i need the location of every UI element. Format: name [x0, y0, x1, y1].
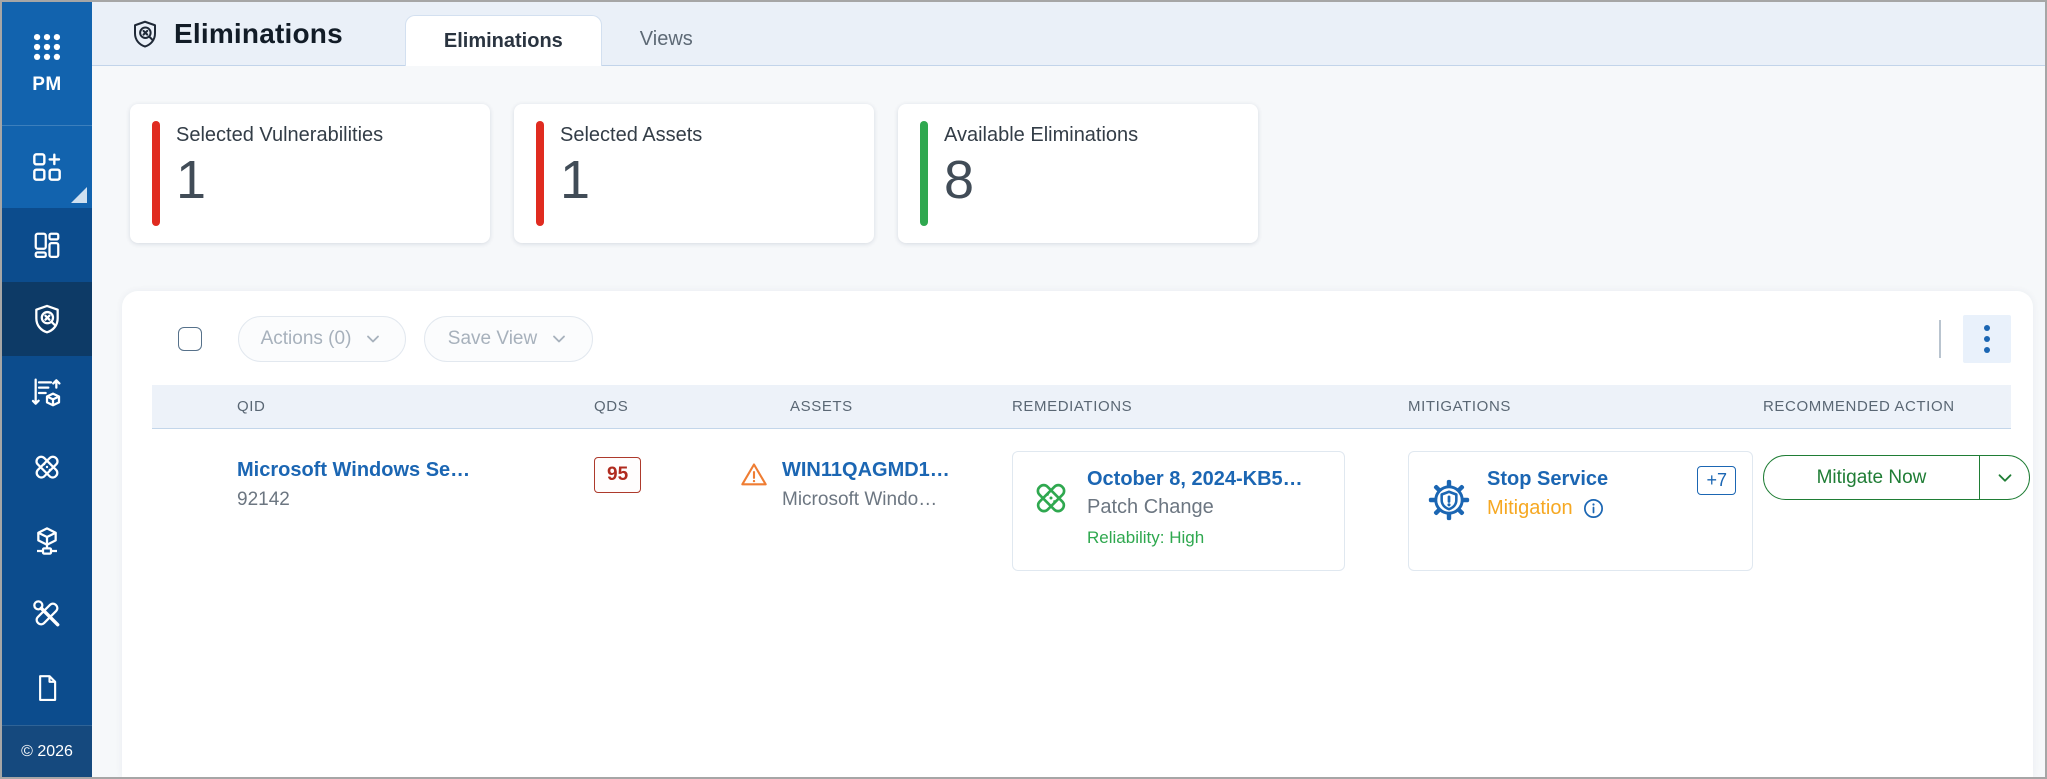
chevron-down-icon [549, 329, 569, 349]
document-cube-icon [31, 377, 63, 409]
table-header-row: QID QDS ASSETS REMEDIATIONS MITIGATIONS … [152, 385, 2011, 429]
cube-network-icon [31, 525, 63, 557]
tab-eliminations[interactable]: Eliminations [405, 15, 602, 66]
sidebar-item-deployment-jobs[interactable] [2, 356, 92, 430]
gear-shield-icon [1427, 478, 1471, 522]
sidebar-item-dashboard[interactable] [2, 208, 92, 282]
qds-score-badge: 95 [594, 457, 641, 493]
recommended-action-cell: Mitigate Now [1763, 451, 2030, 500]
stat-accent-bar [152, 121, 160, 226]
stat-cards: Selected Vulnerabilities 1 Selected Asse… [130, 104, 2045, 243]
stat-accent-bar [536, 121, 544, 226]
stat-card-available-eliminations: Available Eliminations 8 [898, 104, 1258, 243]
mitigate-now-button[interactable]: Mitigate Now [1764, 456, 1979, 499]
column-header-remediations: REMEDIATIONS [1012, 398, 1408, 415]
page-header: Eliminations Eliminations Views [92, 2, 2045, 66]
file-icon [32, 673, 62, 703]
crossed-bandages-icon [1031, 478, 1071, 518]
assets-cell: WIN11QAGMD1… Microsoft Windo… [790, 451, 1012, 511]
table-panel: Actions (0) Save View QID QDS [122, 291, 2033, 777]
qid-cell: Microsoft Windows Se… 92142 [237, 451, 594, 511]
chevron-down-icon [1994, 467, 2016, 489]
mitigation-more-badge[interactable]: +7 [1697, 466, 1736, 495]
mitigate-now-dropdown-toggle[interactable] [1979, 456, 2029, 499]
sidebar-item-tools[interactable] [2, 578, 92, 652]
mitigation-icon-wrap [1427, 468, 1471, 558]
actions-button[interactable]: Actions (0) [238, 316, 406, 362]
stat-card-selected-vulnerabilities: Selected Vulnerabilities 1 [130, 104, 490, 243]
info-icon[interactable] [1582, 497, 1605, 520]
shield-scan-icon [31, 303, 63, 335]
table-options-menu-button[interactable] [1963, 315, 2011, 363]
sidebar-item-patches[interactable] [2, 430, 92, 504]
stat-value: 1 [560, 149, 874, 211]
remediation-icon-wrap [1031, 468, 1071, 558]
crossed-bandages-icon [31, 451, 63, 483]
stat-label: Available Eliminations [944, 124, 1258, 147]
app-switcher[interactable]: PM [2, 2, 92, 125]
add-widget-icon [31, 151, 63, 183]
actions-button-label: Actions (0) [261, 328, 352, 350]
dashboard-icon [32, 230, 62, 260]
page-title: Eliminations [174, 18, 343, 50]
stat-accent-bar [920, 121, 928, 226]
apps-grid-icon [30, 30, 64, 64]
mitigation-title-link[interactable]: Stop Service [1487, 468, 1608, 491]
stat-label: Selected Assets [560, 124, 874, 147]
wrench-bandage-icon [31, 598, 63, 630]
remediation-info: October 8, 2024-KB5… Patch Change Reliab… [1087, 468, 1303, 558]
copyright: © 2026 [2, 725, 92, 777]
tab-bar: Eliminations Views [405, 2, 731, 65]
stat-value: 1 [176, 149, 490, 211]
column-header-qds: QDS [594, 398, 790, 415]
shield-scan-icon [130, 19, 160, 49]
column-header-recommended-action: RECOMMENDED ACTION [1763, 398, 2011, 415]
save-view-button-label: Save View [448, 328, 537, 350]
stat-card-selected-assets: Selected Assets 1 [514, 104, 874, 243]
table-toolbar: Actions (0) Save View [152, 291, 2011, 363]
column-header-assets: ASSETS [790, 398, 1012, 415]
submenu-corner-icon [71, 187, 87, 203]
remediation-title-link[interactable]: October 8, 2024-KB5… [1087, 468, 1303, 491]
page-header-left: Eliminations [92, 2, 343, 65]
column-header-qid: QID [237, 398, 594, 415]
remediations-cell: October 8, 2024-KB5… Patch Change Reliab… [1012, 451, 1408, 571]
sidebar-item-add-widget[interactable] [2, 125, 92, 209]
toolbar-divider [1939, 320, 1941, 358]
kebab-icon [1984, 325, 1990, 331]
asset-warning-icon-wrap [740, 459, 768, 511]
sidebar-item-eliminations[interactable] [2, 282, 92, 356]
tab-views[interactable]: Views [602, 14, 731, 65]
chevron-down-icon [363, 329, 383, 349]
asset-os: Microsoft Windo… [782, 489, 950, 511]
asset-info: WIN11QAGMD1… Microsoft Windo… [782, 459, 950, 511]
mitigation-card: Stop Service Mitigation [1408, 451, 1753, 571]
vulnerability-title-link[interactable]: Microsoft Windows Se… [237, 459, 594, 482]
mitigations-cell: Stop Service Mitigation [1408, 451, 1763, 571]
sidebar: PM [2, 2, 92, 777]
main-area: Eliminations Eliminations Views Selected… [92, 2, 2045, 777]
app-label: PM [32, 74, 62, 96]
table-row: Microsoft Windows Se… 92142 95 [152, 429, 2011, 571]
mitigation-info: Stop Service Mitigation [1487, 468, 1608, 558]
sidebar-item-reports[interactable] [2, 651, 92, 725]
mitigation-type: Mitigation [1487, 497, 1573, 520]
stat-label: Selected Vulnerabilities [176, 124, 490, 147]
stat-value: 8 [944, 149, 1258, 211]
qid-number: 92142 [237, 489, 594, 511]
app-window: PM [0, 0, 2047, 779]
sidebar-item-assets[interactable] [2, 504, 92, 578]
select-all-checkbox[interactable] [178, 327, 202, 351]
mitigation-type-row: Mitigation [1487, 497, 1608, 520]
column-header-mitigations: MITIGATIONS [1408, 398, 1763, 415]
mitigate-now-split-button: Mitigate Now [1763, 455, 2030, 500]
remediation-card: October 8, 2024-KB5… Patch Change Reliab… [1012, 451, 1345, 571]
save-view-button[interactable]: Save View [424, 316, 593, 362]
asset-name-link[interactable]: WIN11QAGMD1… [782, 459, 950, 482]
warning-triangle-icon [740, 461, 768, 489]
remediation-type: Patch Change [1087, 496, 1303, 519]
content-area: Selected Vulnerabilities 1 Selected Asse… [92, 66, 2045, 777]
remediation-reliability: Reliability: High [1087, 528, 1303, 548]
